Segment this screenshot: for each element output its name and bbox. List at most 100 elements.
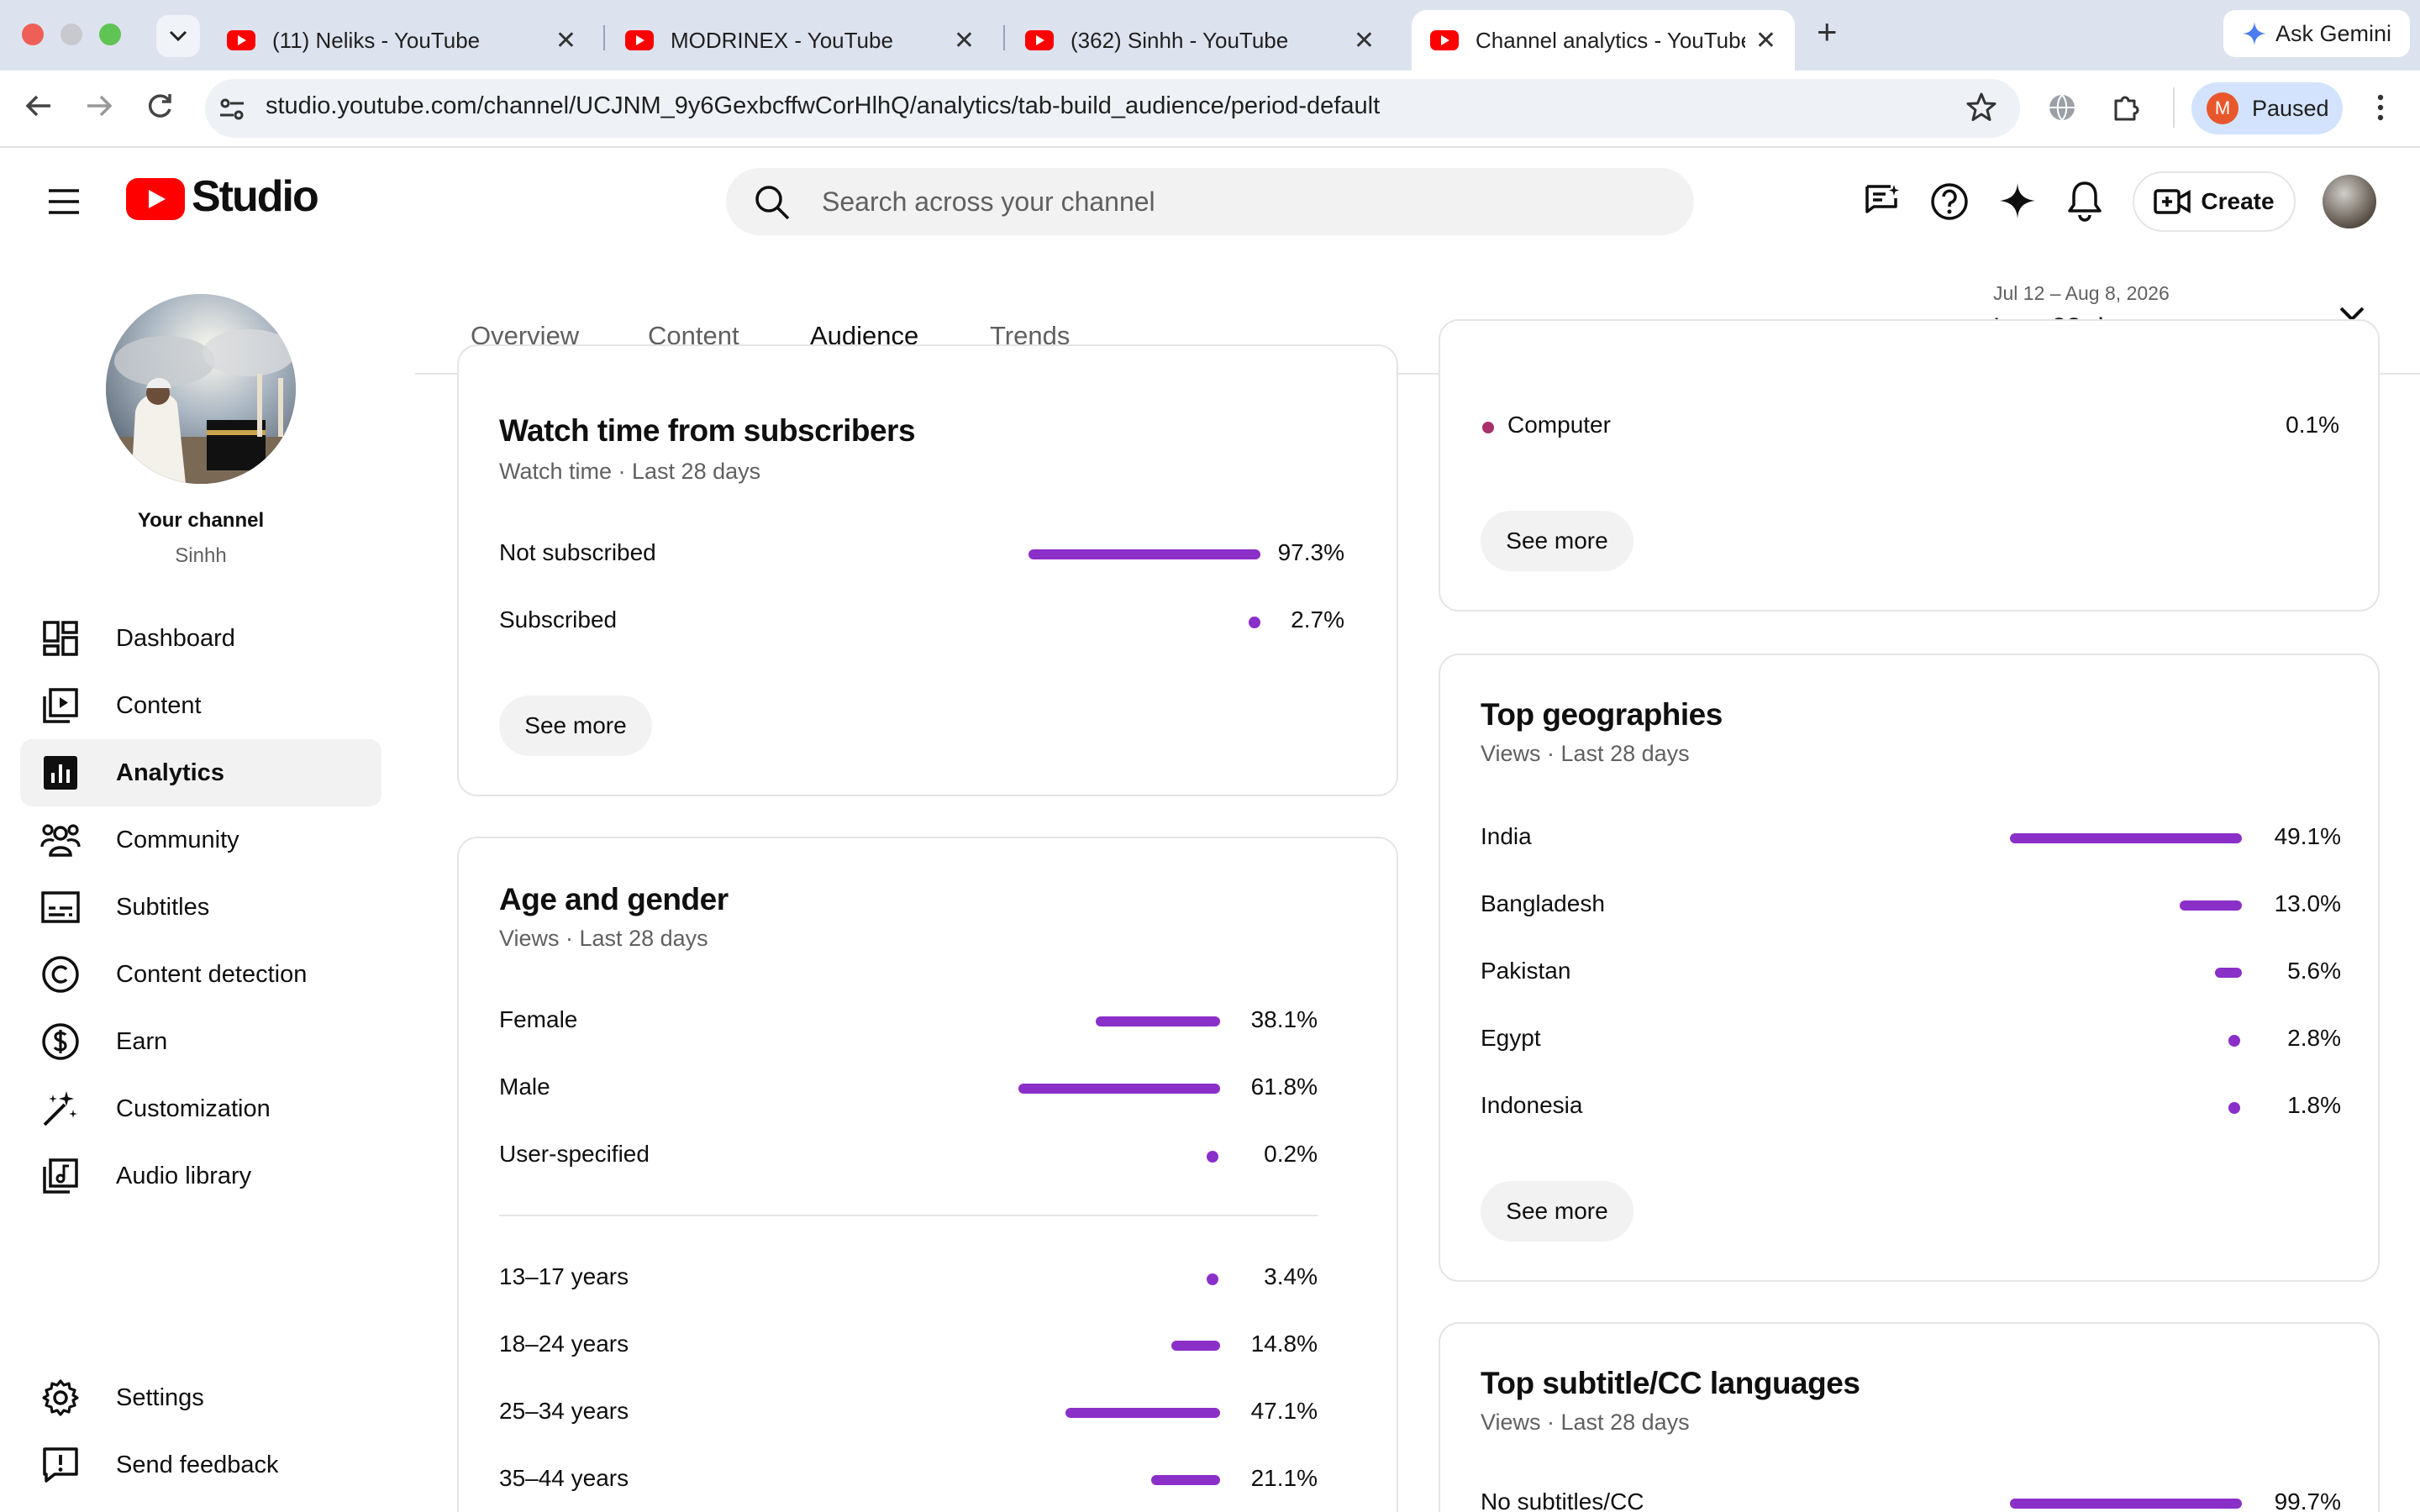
tab-divider [603, 25, 605, 50]
forward-icon[interactable] [82, 89, 116, 127]
sidebar-item-subtitles[interactable]: Subtitles [20, 874, 381, 941]
metric-dot [2228, 1102, 2240, 1114]
ai-sparkle-icon[interactable] [1998, 181, 2037, 224]
bookmark-star-icon[interactable] [1965, 91, 1998, 129]
row-value: 49.1% [2274, 823, 2341, 849]
close-icon[interactable]: ✕ [1354, 26, 1375, 55]
see-more-button[interactable]: See more [1481, 1181, 1634, 1242]
sidebar-item-audio-library[interactable]: Audio library [20, 1142, 381, 1210]
studio-logo-text[interactable]: Studio [192, 171, 319, 222]
row-label: Subscribed [499, 606, 618, 633]
close-icon[interactable]: ✕ [954, 26, 975, 55]
profile-initial: M [2207, 92, 2238, 124]
row-value: 21.1% [1250, 1465, 1318, 1491]
sidebar-item-label: Dashboard [116, 624, 235, 652]
youtube-favicon-icon [1430, 30, 1459, 50]
legend-dot [1482, 422, 1494, 433]
url-text[interactable]: studio.youtube.com/channel/UCJNM_9y6Gexb… [266, 92, 1380, 120]
card-subtitle: Views · Last 28 days [1481, 1410, 1690, 1435]
close-icon[interactable]: ✕ [1755, 26, 1776, 55]
sidebar-item-label: Analytics [116, 759, 224, 786]
see-more-button[interactable]: See more [499, 696, 652, 756]
row-value: 13.0% [2274, 890, 2341, 916]
reload-icon[interactable] [143, 89, 176, 127]
browser-tab[interactable]: (362) Sinhh - YouTube ✕ [1007, 10, 1393, 71]
tab-title: MODRINEX - YouTube [671, 27, 893, 53]
translate-globe-icon[interactable] [2047, 92, 2077, 127]
row-label: Indonesia [1481, 1092, 1583, 1118]
sidebar-item-customization[interactable]: Customization [20, 1075, 381, 1142]
sidebar-item-earn[interactable]: Earn [20, 1008, 381, 1075]
date-range[interactable]: Jul 12 – Aug 8, 2026 [1993, 282, 2170, 305]
tab-title: Channel analytics - YouTube Studio [1476, 27, 1745, 53]
youtube-favicon-icon [227, 30, 255, 50]
help-icon[interactable] [1929, 181, 1970, 226]
row-label: Male [499, 1074, 550, 1100]
create-label: Create [2201, 188, 2275, 214]
notifications-bell-icon[interactable] [2065, 180, 2104, 226]
gear-icon [40, 1378, 81, 1418]
row-label: 13–17 years [499, 1263, 629, 1289]
row-value: 5.6% [2287, 958, 2341, 984]
top-geographies-card: Top geographies Views · Last 28 days Ind… [1439, 654, 2380, 1282]
ask-gemini-button[interactable]: Ask Gemini [2223, 10, 2410, 57]
youtube-logo-icon[interactable] [126, 178, 185, 220]
browser-tab-active[interactable]: Channel analytics - YouTube Studio ✕ [1412, 10, 1795, 71]
sidebar-item-content[interactable]: Content [20, 672, 381, 739]
see-more-button[interactable]: See more [1481, 511, 1634, 571]
gemini-sparkle-icon [2242, 22, 2266, 45]
row-label: Female [499, 1006, 578, 1032]
card-subtitle: Views · Last 28 days [499, 926, 708, 951]
account-avatar[interactable] [2323, 175, 2376, 228]
top-subtitle-languages-card: Top subtitle/CC languages Views · Last 2… [1439, 1322, 2380, 1512]
browser-tab[interactable]: MODRINEX - YouTube ✕ [607, 10, 993, 71]
back-icon[interactable] [22, 89, 55, 127]
browser-menu-icon[interactable] [2375, 92, 2386, 127]
window-maximize-button[interactable] [99, 24, 121, 45]
sidebar-item-dashboard[interactable]: Dashboard [20, 605, 381, 672]
tab-divider [1003, 25, 1005, 50]
row-label: Not subscribed [499, 539, 656, 565]
window-close-button[interactable] [22, 24, 44, 45]
sidebar-item-settings[interactable]: Settings [20, 1364, 381, 1431]
metric-bar [2180, 900, 2242, 911]
feedback-chat-icon[interactable] [1862, 181, 1902, 226]
card-title: Age and gender [499, 882, 729, 916]
sidebar-item-analytics[interactable]: Analytics [20, 739, 381, 806]
site-settings-icon[interactable] [217, 94, 247, 129]
sidebar-item-label: Subtitles [116, 893, 210, 921]
sidebar-item-label: Send feedback [116, 1451, 279, 1478]
row-label: User-specified [499, 1141, 650, 1167]
new-tab-icon[interactable]: + [1817, 12, 1838, 52]
browser-profile-button[interactable]: M Paused [2191, 82, 2343, 134]
metric-bar [1171, 1341, 1220, 1351]
channel-avatar-image [106, 294, 296, 484]
extensions-puzzle-icon[interactable] [2109, 91, 2143, 129]
create-button[interactable]: Create [2133, 171, 2296, 232]
metric-bar [2215, 968, 2242, 978]
row-label: Computer [1507, 412, 1611, 438]
sidebar-item-content-detection[interactable]: Content detection [20, 941, 381, 1008]
sidebar-item-send-feedback[interactable]: Send feedback [20, 1431, 381, 1499]
tab-search-button[interactable] [156, 15, 200, 57]
metric-bar [2010, 833, 2242, 843]
metric-dot [2228, 1035, 2240, 1047]
card-title: Top geographies [1481, 697, 1723, 732]
metric-bar [1096, 1016, 1220, 1026]
channel-avatar[interactable] [106, 294, 296, 484]
hamburger-menu-icon[interactable] [47, 188, 81, 219]
row-label: Egypt [1481, 1025, 1541, 1051]
window-minimize-button[interactable] [60, 24, 82, 45]
age-gender-card: Age and gender Views · Last 28 days Fema… [457, 837, 1398, 1512]
metric-bar [1018, 1084, 1220, 1094]
search-icon[interactable] [753, 183, 792, 226]
sidebar-item-community[interactable]: Community [20, 806, 381, 874]
card-title: Watch time from subscribers [499, 413, 916, 448]
browser-tab[interactable]: (11) Neliks - YouTube ✕ [208, 10, 595, 71]
video-camera-plus-icon [2154, 189, 2191, 214]
close-icon[interactable]: ✕ [555, 26, 576, 55]
ask-gemini-label: Ask Gemini [2275, 20, 2392, 46]
dashboard-icon [40, 618, 81, 659]
card-subtitle: Watch time · Last 28 days [499, 459, 761, 484]
row-value: 0.2% [1264, 1141, 1318, 1167]
